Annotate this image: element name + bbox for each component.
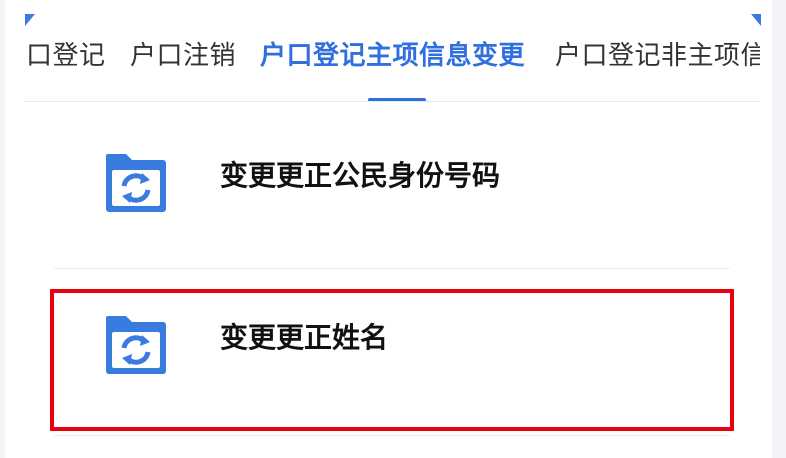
tab-divider	[24, 101, 760, 102]
right-edge	[772, 0, 786, 458]
corner-mark-left	[25, 14, 35, 26]
tab-household-registration[interactable]: 口登记	[28, 36, 106, 76]
tab-bar[interactable]: 口登记 户口注销 户口登记主项信息变更 户口登记非主项信	[28, 32, 760, 102]
bottom-divider	[54, 435, 730, 436]
left-edge	[0, 0, 5, 458]
tab-household-cancellation[interactable]: 户口注销	[130, 36, 236, 76]
item-label: 变更更正公民身份号码	[220, 159, 501, 192]
corner-mark-right	[751, 14, 761, 26]
tab-non-main-info[interactable]: 户口登记非主项信	[555, 36, 760, 76]
service-panel: 口登记 户口注销 户口登记主项信息变更 户口登记非主项信 变更更正公民身份号码	[0, 0, 786, 458]
item-label: 变更更正姓名	[220, 321, 389, 354]
list-item-change-id-number[interactable]: 变更更正公民身份号码	[54, 120, 730, 240]
item-divider	[54, 268, 730, 269]
folder-refresh-icon	[106, 316, 166, 374]
folder-refresh-icon	[106, 154, 166, 212]
tab-main-info-change[interactable]: 户口登记主项信息变更	[260, 36, 525, 76]
list-item-change-name[interactable]: 变更更正姓名	[54, 282, 730, 402]
